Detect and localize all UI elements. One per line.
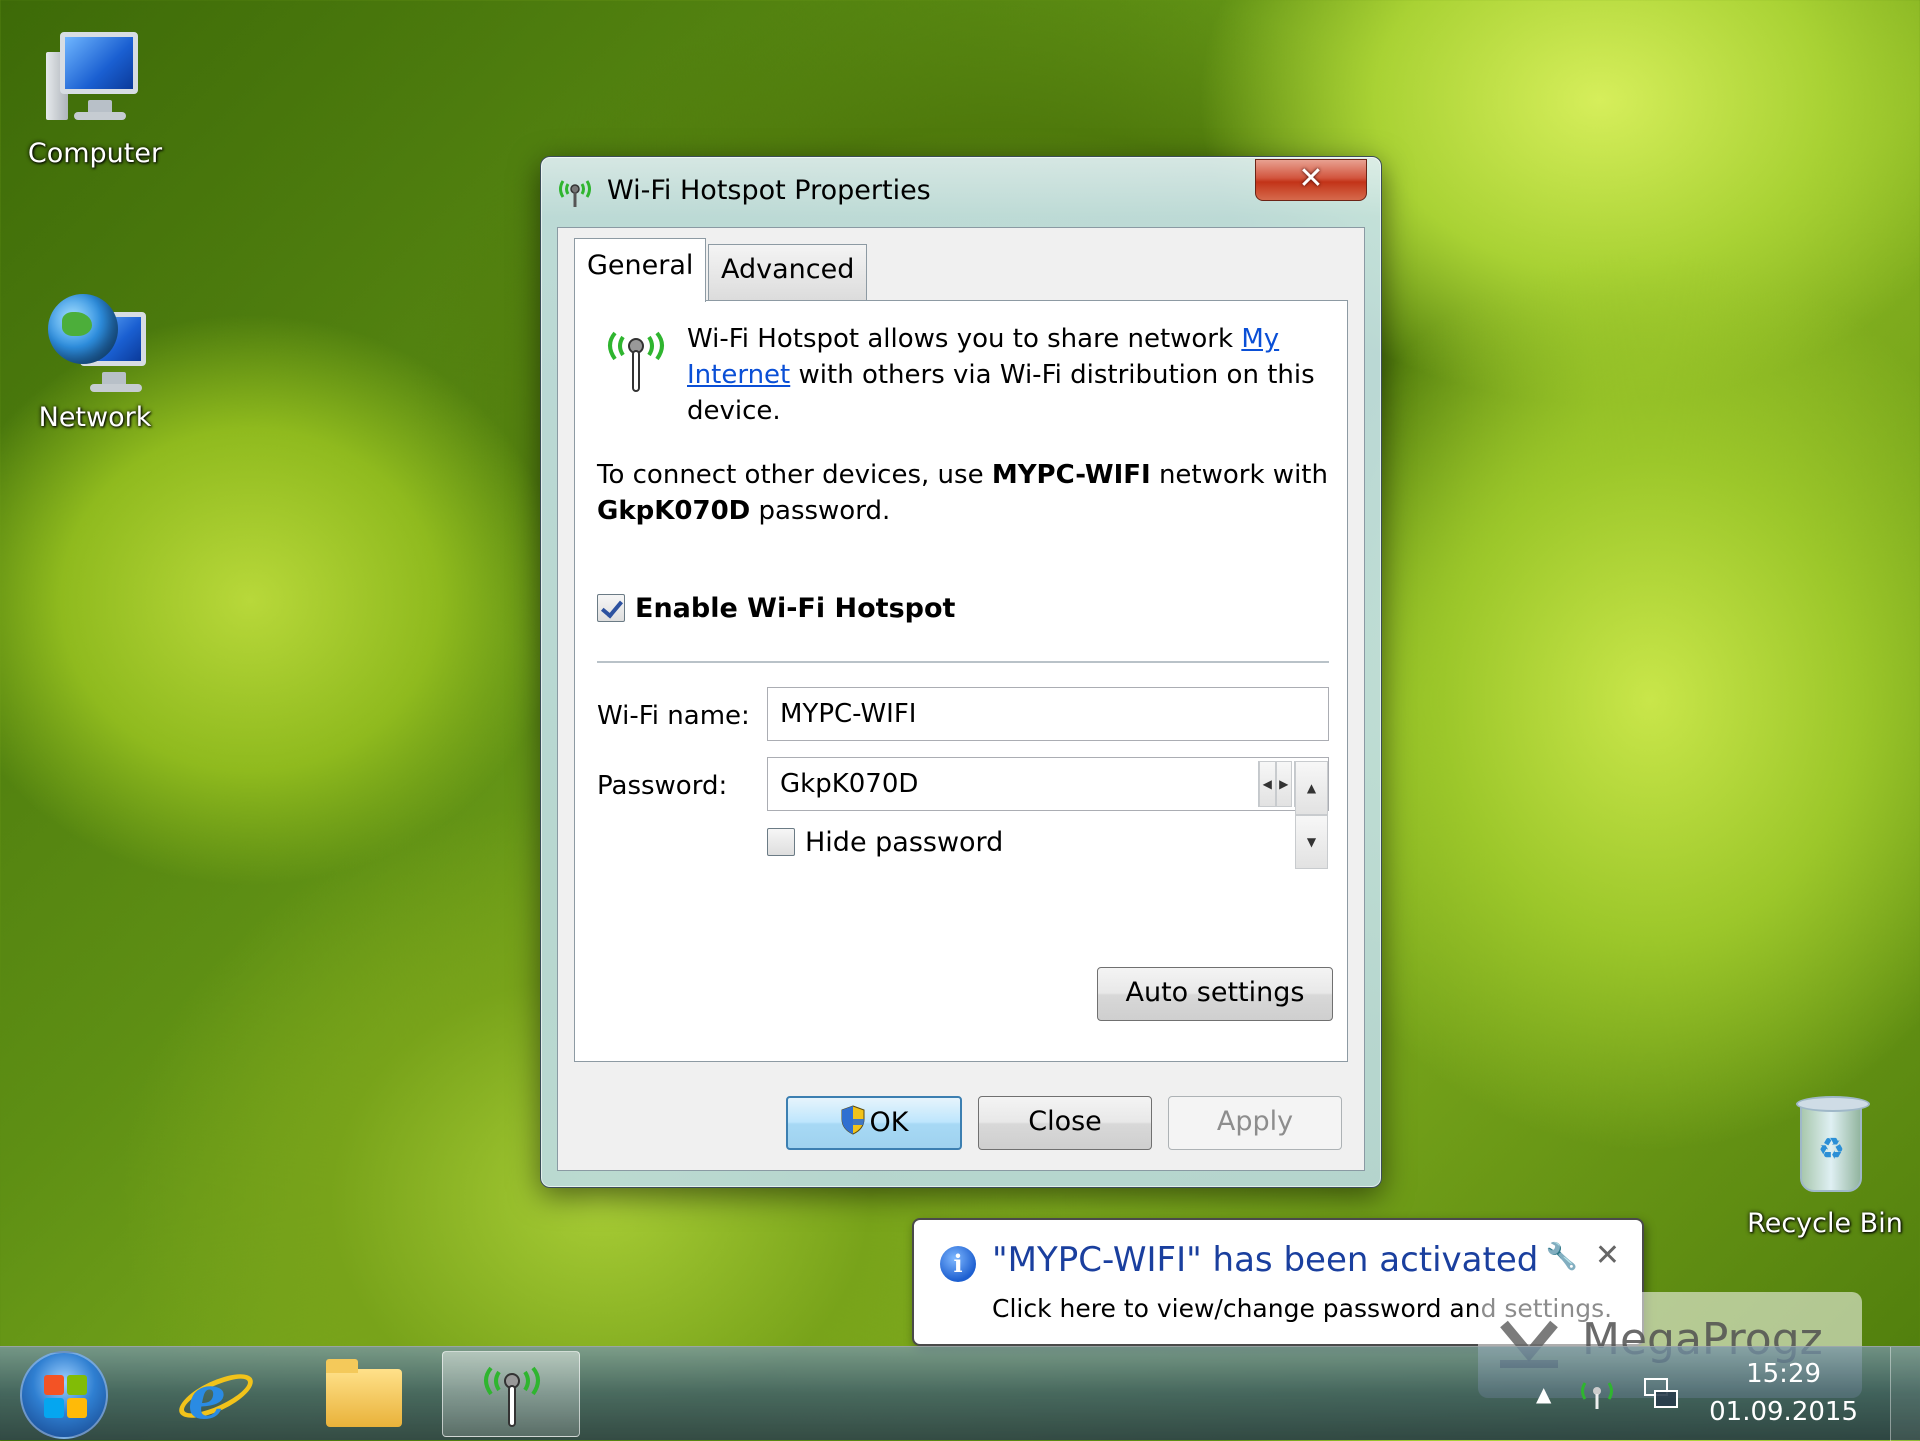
wrench-icon[interactable]: 🔧 — [1546, 1242, 1578, 1272]
password-input[interactable]: GkpK070D ◀ ▶ ▲ ▼ — [767, 757, 1329, 869]
notification-title[interactable]: "MYPC-WIFI" has been activated — [992, 1240, 1538, 1280]
info-icon: i — [940, 1246, 976, 1282]
enable-hotspot-checkbox[interactable] — [597, 594, 625, 622]
hotspot-icon — [559, 180, 591, 207]
divider — [597, 661, 1329, 663]
computer-icon — [40, 22, 150, 132]
password-text: GkpK070D — [597, 496, 751, 526]
scroll-right-icon[interactable]: ▶ — [1275, 761, 1292, 807]
show-hidden-icons-icon[interactable]: ▲ — [1536, 1382, 1551, 1406]
general-tab-panel: Wi-Fi Hotspot allows you to share networ… — [574, 300, 1348, 1062]
hide-password-row[interactable]: Hide password — [767, 825, 1003, 859]
password-label: Password: — [597, 771, 728, 801]
enable-hotspot-label[interactable]: Enable Wi-Fi Hotspot — [635, 593, 955, 624]
connect-instructions: To connect other devices, use MYPC-WIFI … — [597, 460, 1328, 526]
scroll-left-icon[interactable]: ◀ — [1259, 761, 1276, 807]
taskbar-wifi-hotspot[interactable] — [442, 1351, 580, 1437]
ok-button[interactable]: OK — [786, 1096, 962, 1150]
close-button[interactable]: Close — [978, 1096, 1152, 1150]
desktop-icon-recycle-bin[interactable]: Recycle Bin — [1740, 1092, 1910, 1239]
show-desktop-button[interactable] — [1890, 1347, 1920, 1441]
password-spinner[interactable]: ▲ ▼ — [1294, 761, 1328, 869]
auto-settings-button[interactable]: Auto settings — [1097, 967, 1333, 1021]
recycle-bin-icon — [1770, 1092, 1880, 1202]
dialog-title: Wi-Fi Hotspot Properties — [607, 175, 931, 206]
desktop-icon-network[interactable]: Network — [10, 286, 180, 433]
desktop-icon-label: Network — [38, 402, 152, 433]
taskbar: e ▲ 15:29 01.09.2015 — [0, 1346, 1920, 1441]
clock-date: 01.09.2015 — [1709, 1397, 1858, 1427]
hotspot-taskbar-icon — [484, 1366, 540, 1427]
dialog-titlebar[interactable]: Wi-Fi Hotspot Properties ✕ — [541, 157, 1381, 225]
hide-password-checkbox[interactable] — [767, 828, 795, 856]
dialog-client-area: General Advanced Wi-Fi Hotspot allows yo… — [557, 227, 1365, 1171]
password-horizontal-scroller[interactable]: ◀ ▶ — [1258, 761, 1292, 807]
taskbar-file-explorer[interactable] — [292, 1351, 430, 1437]
wifi-hotspot-properties-dialog: Wi-Fi Hotspot Properties ✕ General Advan… — [540, 156, 1382, 1188]
windows-logo-icon — [44, 1375, 88, 1419]
hide-password-label[interactable]: Hide password — [805, 827, 1003, 858]
taskbar-internet-explorer[interactable]: e — [146, 1351, 284, 1437]
network-icon — [40, 286, 150, 396]
tab-general[interactable]: General — [574, 238, 707, 302]
desktop-icon-label: Recycle Bin — [1747, 1208, 1903, 1239]
wifi-name-label: Wi-Fi name: — [597, 701, 750, 731]
spin-down-icon[interactable]: ▼ — [1295, 815, 1328, 869]
apply-button: Apply — [1168, 1096, 1342, 1150]
dialog-close-button[interactable]: ✕ — [1255, 159, 1367, 201]
password-value: GkpK070D — [780, 769, 919, 799]
tab-advanced[interactable]: Advanced — [708, 244, 868, 300]
desktop-icon-computer[interactable]: Computer — [10, 22, 180, 169]
network-tray-icon[interactable] — [1643, 1377, 1679, 1411]
spin-up-icon[interactable]: ▲ — [1295, 761, 1328, 815]
taskbar-clock[interactable]: 15:29 01.09.2015 — [1709, 1355, 1858, 1431]
folder-icon — [326, 1359, 402, 1427]
hotspot-tray-icon[interactable] — [1577, 1377, 1617, 1411]
desktop-icon-label: Computer — [27, 138, 163, 169]
clock-time: 15:29 — [1746, 1359, 1822, 1389]
internet-explorer-icon: e — [188, 1363, 227, 1433]
hotspot-large-icon — [608, 331, 664, 392]
network-name-text: MYPC-WIFI — [991, 460, 1151, 490]
start-button[interactable] — [20, 1351, 108, 1439]
enable-hotspot-row[interactable]: Enable Wi-Fi Hotspot — [597, 591, 955, 625]
uac-shield-icon — [841, 1105, 865, 1135]
notification-close-icon[interactable]: ✕ — [1595, 1238, 1620, 1273]
system-tray: ▲ — [1536, 1377, 1679, 1411]
hotspot-description: Wi-Fi Hotspot allows you to share networ… — [687, 324, 1315, 426]
wifi-name-input[interactable]: MYPC-WIFI — [767, 687, 1329, 741]
